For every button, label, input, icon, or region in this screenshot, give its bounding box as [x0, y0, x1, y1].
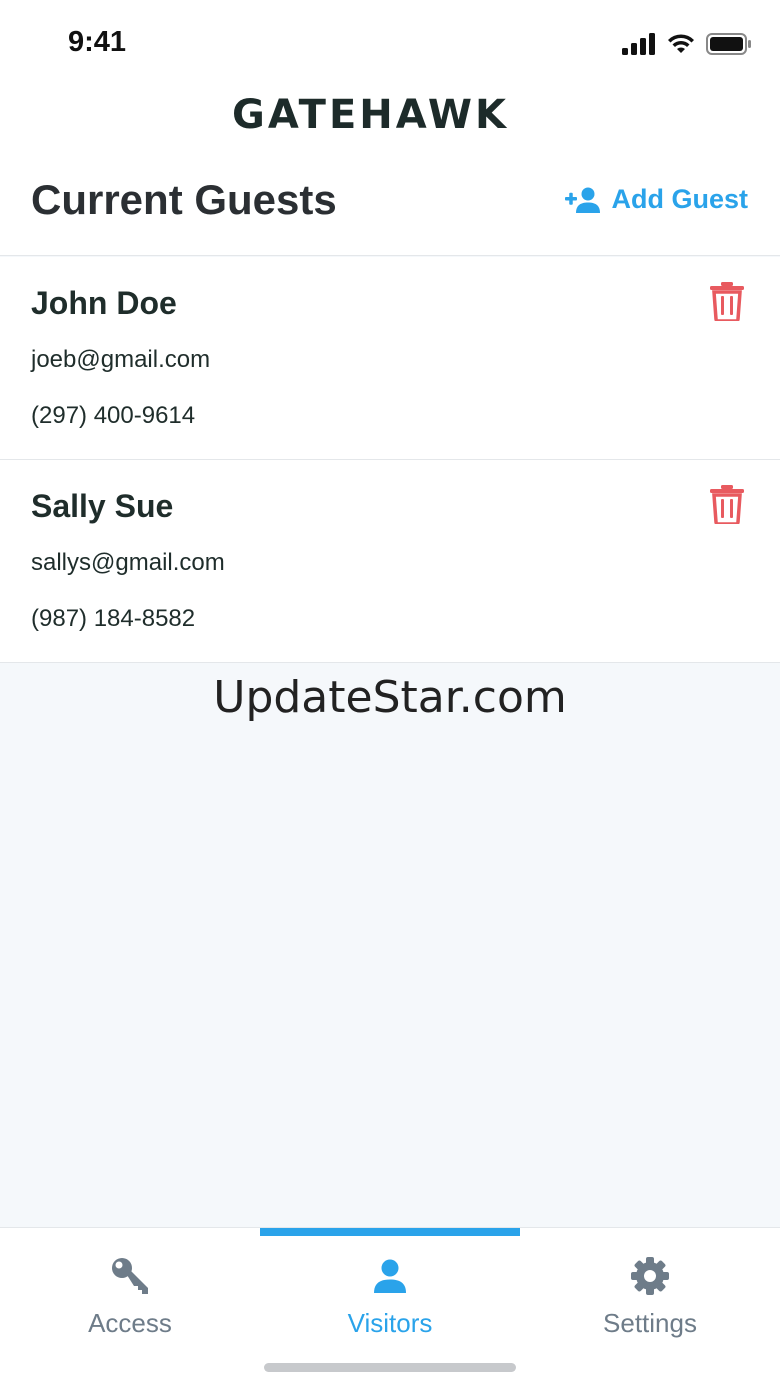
top-header: 9:41 GATEHAWK Current Guests Add Guest: [0, 0, 780, 256]
battery-icon: [706, 33, 751, 55]
guest-name: John Doe: [31, 285, 177, 321]
tab-bar: Access Visitors Settings: [0, 1227, 780, 1387]
trash-icon: [710, 485, 744, 526]
page-title: Current Guests: [31, 176, 337, 223]
signal-icon: [622, 33, 655, 55]
trash-icon: [710, 282, 744, 323]
tab-label: Access: [88, 1308, 172, 1338]
guest-email: sallys@gmail.com: [31, 549, 225, 576]
tab-label: Settings: [603, 1308, 697, 1338]
app-brand-logo: GATEHAWK: [232, 92, 510, 138]
guest-email: joeb@gmail.com: [31, 346, 211, 373]
delete-guest-button[interactable]: [710, 281, 744, 323]
guest-list: John Doe joeb@gmail.com (297) 400-9614 S…: [0, 257, 780, 663]
tab-label: Visitors: [347, 1308, 433, 1338]
status-time: 9:41: [68, 26, 127, 58]
tab-visitors[interactable]: Visitors: [260, 1228, 520, 1358]
key-icon: [112, 1258, 148, 1294]
wifi-icon: [668, 34, 694, 53]
add-person-icon: [565, 187, 601, 213]
add-guest-label: Add Guest: [611, 184, 748, 214]
guest-phone: (987) 184-8582: [31, 605, 196, 632]
tab-access[interactable]: Access: [0, 1228, 260, 1358]
guest-phone: (297) 400-9614: [31, 402, 196, 429]
person-icon: [374, 1259, 406, 1293]
gear-icon: [631, 1257, 669, 1295]
watermark-text: UpdateStar.com: [213, 672, 567, 723]
home-indicator: [264, 1363, 516, 1372]
guest-card[interactable]: Sally Sue sallys@gmail.com (987) 184-858…: [0, 460, 780, 663]
status-icons: [622, 30, 752, 58]
guest-card[interactable]: John Doe joeb@gmail.com (297) 400-9614: [0, 257, 780, 460]
tab-settings[interactable]: Settings: [520, 1228, 780, 1358]
delete-guest-button[interactable]: [710, 484, 744, 526]
add-guest-button[interactable]: Add Guest: [565, 184, 748, 215]
guest-name: Sally Sue: [31, 488, 174, 524]
